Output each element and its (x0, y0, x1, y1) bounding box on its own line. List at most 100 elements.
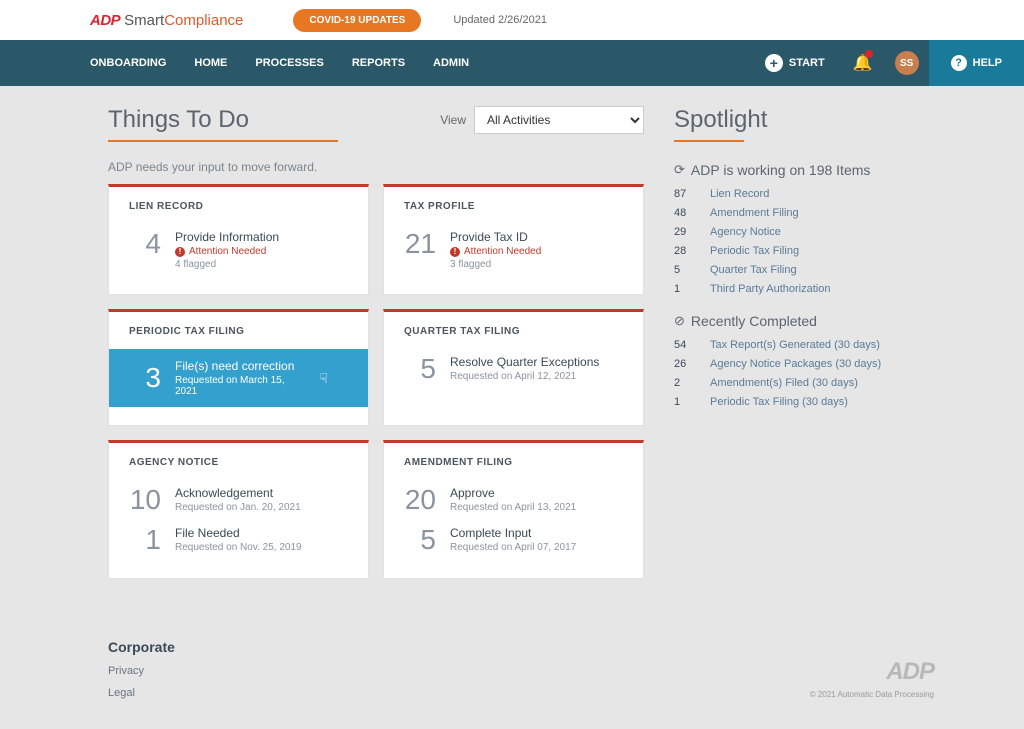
view-select[interactable]: All Activities (474, 106, 644, 134)
subtext: ADP needs your input to move forward. (108, 160, 644, 174)
spotlight-row[interactable]: 2Amendment(s) Filed (30 days) (674, 377, 934, 389)
spotlight-count: 2 (674, 377, 698, 389)
card-row-title: File(s) need correction (175, 359, 305, 373)
footer-copyright: © 2021 Automatic Data Processing (810, 690, 934, 699)
card-row-body: ApproveRequested on April 13, 2021 (450, 486, 623, 513)
card-row[interactable]: 3File(s) need correctionRequested on Mar… (109, 349, 368, 407)
covid-updates-button[interactable]: COVID-19 UPDATES (293, 9, 421, 32)
footer-logo: ADP (810, 658, 934, 686)
card-row-body: Complete InputRequested on April 07, 201… (450, 526, 623, 553)
card-title: AGENCY NOTICE (129, 457, 348, 468)
spotlight-label: Tax Report(s) Generated (30 days) (710, 339, 880, 351)
card-row-sub: Requested on April 07, 2017 (450, 542, 623, 553)
spotlight-label: Third Party Authorization (710, 283, 830, 295)
card-row[interactable]: 5Complete InputRequested on April 07, 20… (404, 520, 623, 560)
working-head-text: ADP is working on 198 Items (691, 162, 871, 178)
footer: Corporate Privacy Legal ADP © 2021 Autom… (0, 609, 1024, 729)
footer-privacy[interactable]: Privacy (108, 665, 175, 677)
spotlight-label: Amendment Filing (710, 207, 799, 219)
card-row-body: Resolve Quarter ExceptionsRequested on A… (450, 355, 623, 382)
nav-home[interactable]: HOME (194, 57, 227, 69)
spotlight-column: Spotlight ⟳ ADP is working on 198 Items … (674, 106, 934, 579)
card-title: PERIODIC TAX FILING (129, 326, 348, 337)
nav-processes[interactable]: PROCESSES (255, 57, 323, 69)
attention-icon: ! (450, 247, 460, 257)
nav-reports[interactable]: REPORTS (352, 57, 405, 69)
spotlight-count: 5 (674, 264, 698, 276)
spotlight-label: Periodic Tax Filing (710, 245, 799, 257)
notifications-button[interactable]: 🔔 (841, 40, 885, 86)
main-head: Things To Do View All Activities (108, 106, 644, 134)
card-row[interactable]: 10AcknowledgementRequested on Jan. 20, 2… (129, 480, 348, 520)
logo-compliance: Compliance (164, 12, 243, 29)
navbar: ONBOARDING HOME PROCESSES REPORTS ADMIN … (0, 40, 1024, 86)
card-row-body: Provide Tax ID!Attention Needed3 flagged (450, 230, 623, 270)
card: AMENDMENT FILING20ApproveRequested on Ap… (383, 440, 644, 579)
check-icon: ⊘ (674, 313, 685, 329)
spotlight-label: Agency Notice (710, 226, 781, 238)
card: TAX PROFILE 21Provide Tax ID!Attention Ne… (383, 184, 644, 295)
recent-head: ⊘ Recently Completed (674, 313, 934, 329)
spotlight-row[interactable]: 1Third Party Authorization (674, 283, 934, 295)
card-row[interactable]: 20 ApproveRequested on April 13, 2021 (404, 480, 623, 520)
working-list: 87Lien Record 48Amendment Filing 29 Agency … (674, 188, 934, 295)
card-count: 20 (404, 486, 436, 514)
nav-admin[interactable]: ADMIN (433, 57, 469, 69)
card-row-sub: 4 flagged (175, 259, 348, 270)
recent-section: ⊘ Recently Completed 54Tax Report(s) Gen… (674, 313, 934, 408)
working-head: ⟳ ADP is working on 198 Items (674, 162, 934, 178)
recent-head-text: Recently Completed (691, 313, 817, 329)
spotlight-label: Quarter Tax Filing (710, 264, 797, 276)
logo[interactable]: ADP SmartCompliance (90, 12, 243, 29)
card-count: 5 (404, 355, 436, 383)
spotlight-label: Lien Record (710, 188, 769, 200)
avatar[interactable]: SS (895, 51, 919, 75)
card-row-title: Acknowledgement (175, 486, 348, 500)
logo-smart: Smart (124, 12, 164, 29)
card: QUARTER TAX FILING5Resolve Quarter Excep… (383, 309, 644, 426)
card-row[interactable]: 1File NeededRequested on Nov. 25, 2019 (129, 520, 348, 560)
help-label: HELP (973, 57, 1002, 69)
attention-badge: !Attention Needed (450, 246, 623, 257)
updated-text: Updated 2/26/2021 (453, 14, 547, 26)
spotlight-row[interactable]: 48Amendment Filing (674, 207, 934, 219)
nav-onboarding[interactable]: ONBOARDING (90, 57, 166, 69)
attention-badge: !Attention Needed (175, 246, 348, 257)
spotlight-count: 28 (674, 245, 698, 257)
refresh-icon: ⟳ (674, 162, 685, 178)
spotlight-row[interactable]: 1 Periodic Tax Filing (30 days) (674, 396, 934, 408)
topbar: ADP SmartCompliance COVID-19 UPDATES Upd… (0, 0, 1024, 40)
spotlight-label: Periodic Tax Filing (30 days) (710, 396, 848, 408)
logo-adp: ADP (90, 12, 120, 29)
card-title: TAX PROFILE (404, 201, 623, 212)
card-row[interactable]: 4Provide Information!Attention Needed4 f… (129, 224, 348, 276)
spotlight-row[interactable]: 5 Quarter Tax Filing (674, 264, 934, 276)
cursor-icon: ☟ (319, 370, 328, 387)
spotlight-row[interactable]: 26Agency Notice Packages (30 days) (674, 358, 934, 370)
card-row[interactable]: 21Provide Tax ID!Attention Needed3 flagg… (404, 224, 623, 276)
working-section: ⟳ ADP is working on 198 Items 87Lien Rec… (674, 162, 934, 295)
card-row-sub: Requested on Nov. 25, 2019 (175, 542, 348, 553)
card: PERIODIC TAX FILING 3File(s) need correct… (108, 309, 369, 426)
card: AGENCY NOTICE 10AcknowledgementRequested … (108, 440, 369, 579)
card-row-title: Provide Information (175, 230, 348, 244)
card-row-body: AcknowledgementRequested on Jan. 20, 202… (175, 486, 348, 513)
recent-list: 54Tax Report(s) Generated (30 days) 26Age… (674, 339, 934, 408)
attention-icon: ! (175, 247, 185, 257)
spotlight-count: 29 (674, 226, 698, 238)
main-column: Things To Do View All Activities ADP nee… (108, 106, 644, 579)
start-button[interactable]: + START (749, 40, 841, 86)
footer-legal[interactable]: Legal (108, 687, 175, 699)
spotlight-count: 1 (674, 396, 698, 408)
spotlight-row[interactable]: 54Tax Report(s) Generated (30 days) (674, 339, 934, 351)
spotlight-row[interactable]: 28 Periodic Tax Filing (674, 245, 934, 257)
cards-grid: LIEN RECORD4Provide Information!Attentio… (108, 184, 644, 579)
nav-right: + START 🔔 SS ? HELP (749, 40, 1024, 86)
card-row[interactable]: 5 Resolve Quarter ExceptionsRequested on … (404, 349, 623, 389)
spotlight-row[interactable]: 87Lien Record (674, 188, 934, 200)
spotlight-underline (674, 140, 744, 142)
card-row-title: Approve (450, 486, 623, 500)
footer-right: ADP © 2021 Automatic Data Processing (810, 658, 934, 699)
help-button[interactable]: ? HELP (929, 40, 1024, 86)
spotlight-row[interactable]: 29 Agency Notice (674, 226, 934, 238)
